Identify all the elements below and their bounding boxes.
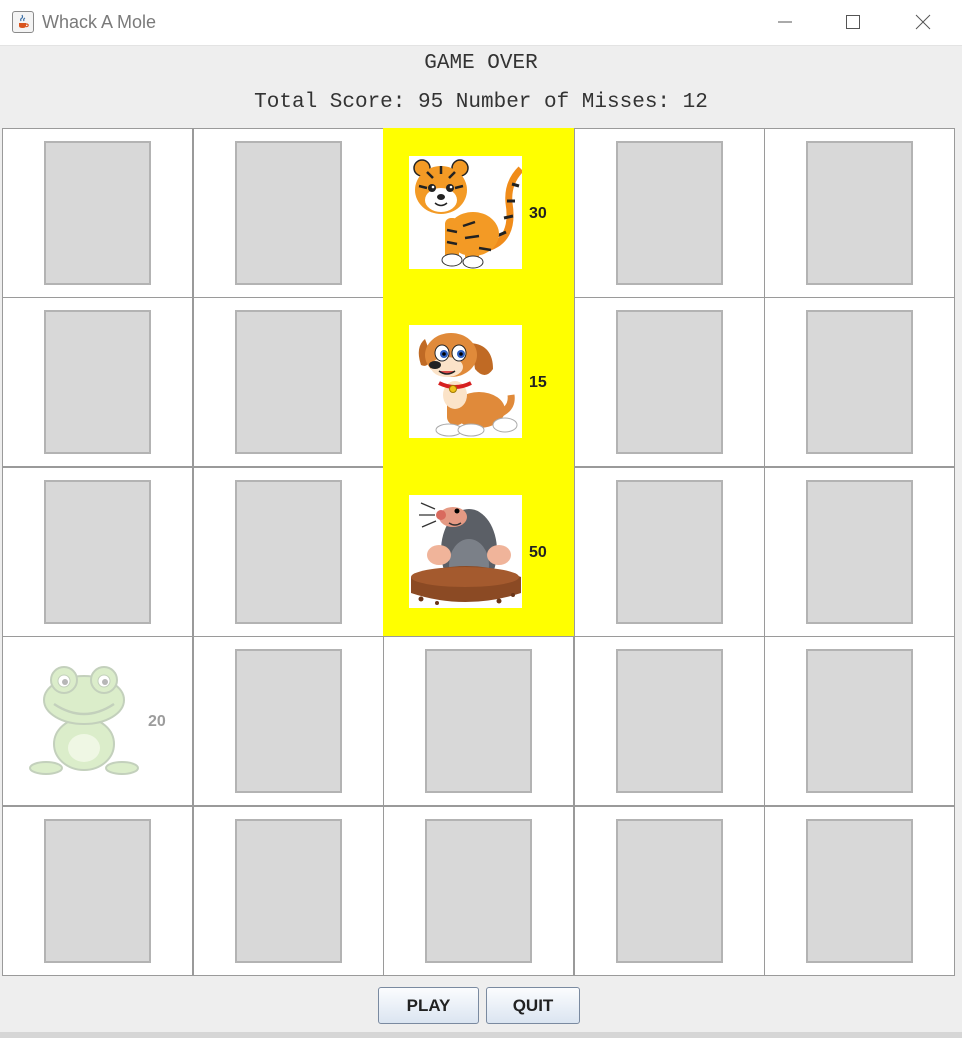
empty-hole[interactable] [44, 819, 151, 963]
maximize-button[interactable] [830, 0, 876, 45]
grid-cell[interactable] [574, 297, 765, 467]
play-button[interactable]: PLAY [378, 987, 479, 1024]
points-label: 20 [148, 713, 166, 730]
grid-cell[interactable] [2, 806, 193, 976]
frog-icon[interactable] [28, 664, 141, 777]
score-summary: Total Score: 95 Number of Misses: 12 [254, 91, 708, 114]
grid-cell[interactable] [193, 636, 384, 806]
empty-hole[interactable] [44, 480, 151, 624]
grid-cell-tiger[interactable]: 30 [383, 128, 574, 298]
minimize-button[interactable] [762, 0, 808, 45]
tiger-icon[interactable] [409, 156, 522, 269]
grid-cell[interactable] [2, 297, 193, 467]
window-title: Whack A Mole [42, 12, 157, 32]
empty-hole[interactable] [235, 480, 342, 624]
grid-cell-mole[interactable]: 50 [383, 467, 574, 637]
empty-hole[interactable] [806, 819, 913, 963]
grid-cell[interactable] [764, 636, 955, 806]
empty-hole[interactable] [425, 819, 532, 963]
mole-icon[interactable] [409, 495, 522, 608]
game-grid: 30 15 50 20 [2, 128, 955, 976]
grid-cell[interactable] [764, 806, 955, 976]
title-bar: Whack A Mole [0, 0, 962, 46]
empty-hole[interactable] [806, 649, 913, 793]
grid-cell[interactable] [764, 467, 955, 637]
grid-cell[interactable] [574, 806, 765, 976]
dog-icon[interactable] [409, 325, 522, 438]
points-label: 50 [529, 544, 547, 561]
grid-cell[interactable] [193, 467, 384, 637]
points-label: 15 [529, 374, 547, 391]
game-status: GAME OVER [424, 52, 538, 75]
java-app-icon [12, 11, 34, 33]
empty-hole[interactable] [616, 649, 723, 793]
grid-cell[interactable] [383, 806, 574, 976]
grid-cell[interactable] [574, 467, 765, 637]
empty-hole[interactable] [44, 141, 151, 285]
grid-cell-frog[interactable]: 20 [2, 636, 193, 806]
grid-cell[interactable] [764, 297, 955, 467]
window-bottom-edge [0, 1032, 962, 1038]
grid-cell[interactable] [193, 806, 384, 976]
empty-hole[interactable] [806, 141, 913, 285]
empty-hole[interactable] [616, 480, 723, 624]
empty-hole[interactable] [425, 649, 532, 793]
empty-hole[interactable] [616, 819, 723, 963]
quit-button[interactable]: QUIT [486, 987, 580, 1024]
grid-cell[interactable] [2, 128, 193, 298]
grid-cell-dog[interactable]: 15 [383, 297, 574, 467]
empty-hole[interactable] [235, 819, 342, 963]
grid-cell[interactable] [193, 128, 384, 298]
empty-hole[interactable] [806, 480, 913, 624]
grid-cell[interactable] [383, 636, 574, 806]
grid-cell[interactable] [2, 467, 193, 637]
empty-hole[interactable] [235, 310, 342, 454]
grid-cell[interactable] [764, 128, 955, 298]
empty-hole[interactable] [235, 141, 342, 285]
empty-hole[interactable] [44, 310, 151, 454]
points-label: 30 [529, 205, 547, 222]
close-button[interactable] [900, 0, 946, 45]
empty-hole[interactable] [235, 649, 342, 793]
empty-hole[interactable] [806, 310, 913, 454]
empty-hole[interactable] [616, 310, 723, 454]
empty-hole[interactable] [616, 141, 723, 285]
grid-cell[interactable] [574, 636, 765, 806]
grid-cell[interactable] [574, 128, 765, 298]
grid-cell[interactable] [193, 297, 384, 467]
